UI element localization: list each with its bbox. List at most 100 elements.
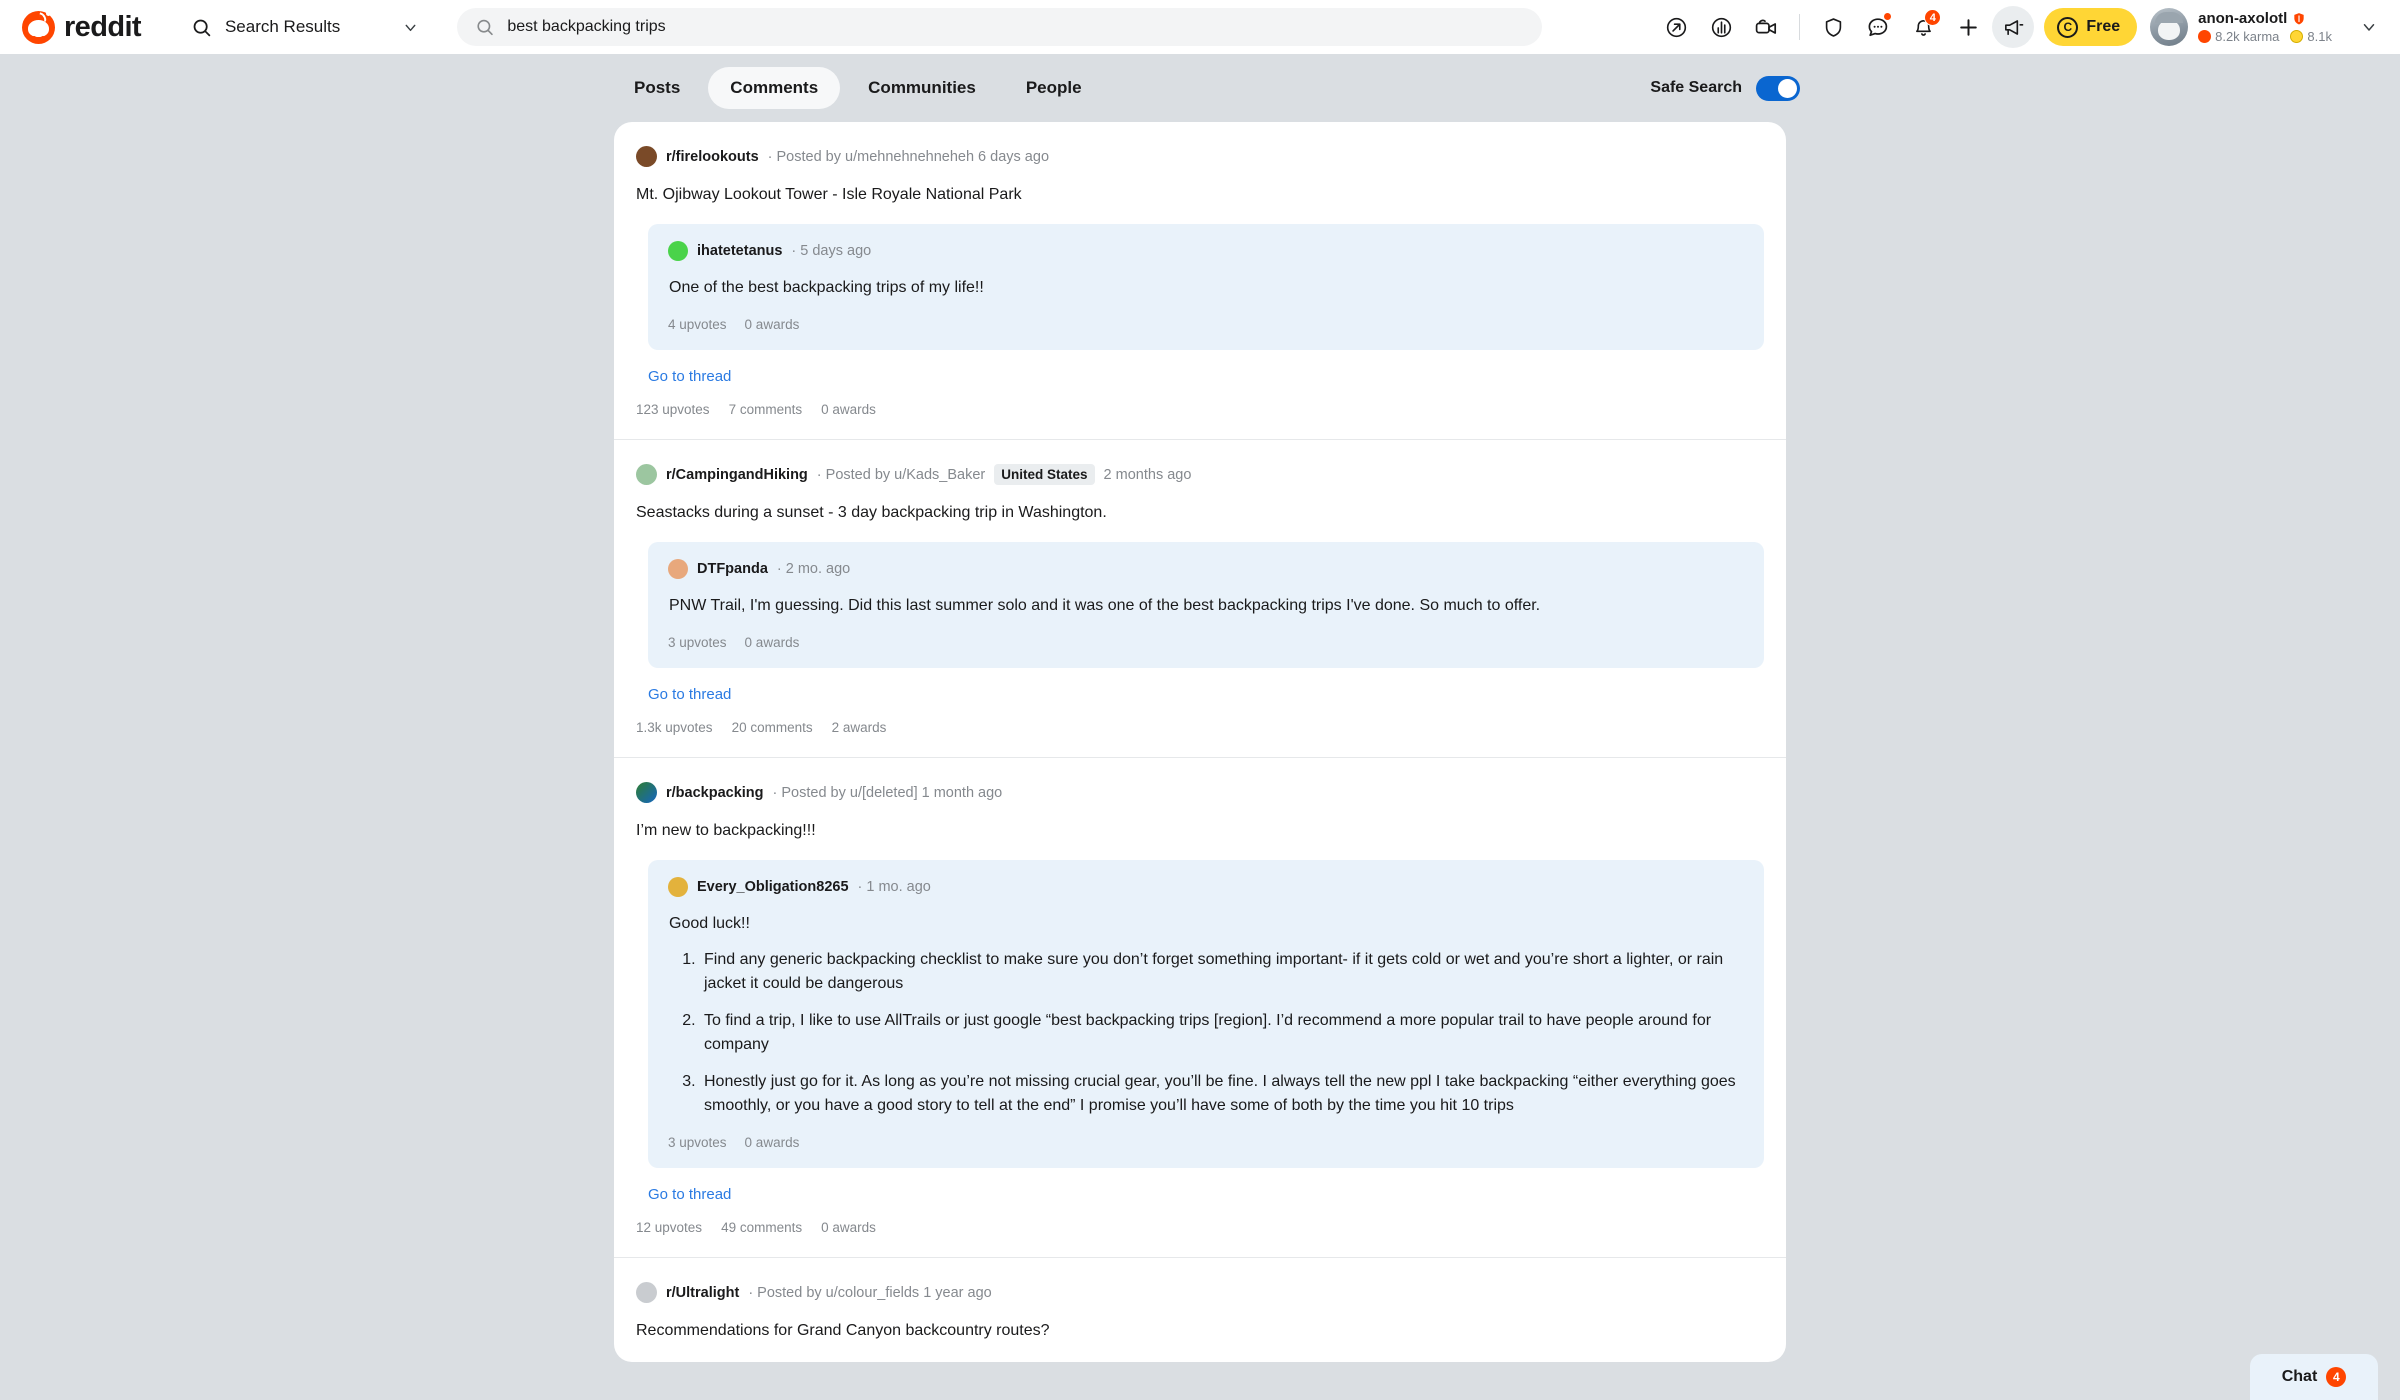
- subreddit-name[interactable]: r/CampingandHiking: [666, 467, 808, 483]
- shield-icon: [1825, 17, 1842, 37]
- post-title[interactable]: Mt. Ojibway Lookout Tower - Isle Royale …: [636, 186, 1764, 204]
- safe-search-toggle[interactable]: [1756, 75, 1800, 101]
- post-header: r/firelookouts · Posted by u/mehnehnehne…: [636, 146, 1764, 167]
- chat-widget[interactable]: Chat 4: [2250, 1354, 2378, 1400]
- avatar: [668, 241, 688, 261]
- post-awards: 2 awards: [831, 720, 887, 735]
- mod-shield-button[interactable]: [1812, 6, 1854, 48]
- post-flair: United States: [994, 464, 1095, 485]
- popular-trending-button[interactable]: [1655, 6, 1697, 48]
- post-header: r/Ultralight · Posted by u/colour_fields…: [636, 1282, 1764, 1303]
- post-awards: 0 awards: [821, 402, 876, 417]
- user-account-menu[interactable]: anon-axolotl 8.2k karma 8.1k: [2146, 8, 2378, 46]
- post-awards: 0 awards: [821, 1220, 876, 1235]
- comment-preview[interactable]: ihatetetanus · 5 days ago One of the bes…: [648, 224, 1764, 350]
- free-label: Free: [2086, 18, 2121, 35]
- coins-stat: 8.1k: [2290, 29, 2332, 44]
- result-card[interactable]: r/Ultralight · Posted by u/colour_fields…: [614, 1258, 1786, 1362]
- comment-upvotes: 3 upvotes: [668, 635, 727, 650]
- comment-upvotes: 4 upvotes: [668, 317, 727, 332]
- video-camera-icon: [1756, 19, 1777, 34]
- tab-comments[interactable]: Comments: [708, 67, 841, 109]
- comment-timestamp: · 1 mo. ago: [857, 879, 931, 895]
- comment-intro-text: Good luck!!: [669, 915, 750, 932]
- comment-stats: 4 upvotes 0 awards: [668, 317, 1744, 332]
- top-navigation-bar: reddit Search Results 4: [0, 0, 2400, 54]
- notifications-button[interactable]: 4: [1902, 6, 1944, 48]
- search-icon: [477, 19, 493, 36]
- comment-header: DTFpanda · 2 mo. ago: [668, 559, 1744, 579]
- comment-timestamp: · 5 days ago: [791, 243, 872, 259]
- post-title[interactable]: Recommendations for Grand Canyon backcou…: [636, 1322, 1764, 1340]
- go-to-thread-link[interactable]: Go to thread: [648, 1186, 1764, 1203]
- avatar: [668, 877, 688, 897]
- advertise-button[interactable]: [1992, 6, 2035, 48]
- comment-stats: 3 upvotes 0 awards: [668, 635, 1744, 650]
- answers-button[interactable]: [1700, 6, 1742, 48]
- create-post-button[interactable]: [1947, 6, 1989, 48]
- reddit-home-logo[interactable]: reddit: [22, 10, 142, 44]
- megaphone-icon: [2004, 19, 2024, 35]
- avatar: [2150, 8, 2189, 46]
- tab-people[interactable]: People: [1004, 67, 1104, 109]
- result-card[interactable]: r/CampingandHiking · Posted by u/Kads_Ba…: [614, 440, 1786, 758]
- username: anon-axolotl: [2198, 10, 2332, 27]
- post-stats: 1.3k upvotes 20 comments 2 awards: [636, 720, 1764, 735]
- username-text: anon-axolotl: [2198, 10, 2288, 27]
- post-title[interactable]: I’m new to backpacking!!!: [636, 822, 1764, 840]
- post-author-meta: · Posted by u/mehnehnehneheh 6 days ago: [767, 148, 1050, 165]
- nav-divider: [1799, 14, 1801, 40]
- result-card[interactable]: r/firelookouts · Posted by u/mehnehnehne…: [614, 122, 1786, 440]
- search-input[interactable]: [507, 18, 1524, 36]
- safe-search-control[interactable]: Safe Search: [1650, 75, 1800, 101]
- subreddit-name[interactable]: r/firelookouts: [666, 149, 759, 165]
- search-icon: [193, 19, 211, 36]
- subreddit-avatar: [636, 146, 657, 167]
- reddit-wordmark: reddit: [64, 10, 142, 43]
- comment-awards: 0 awards: [744, 317, 800, 332]
- go-to-thread-link[interactable]: Go to thread: [648, 686, 1764, 703]
- post-comments: 7 comments: [728, 402, 803, 417]
- tab-communities[interactable]: Communities: [846, 67, 998, 109]
- subreddit-name[interactable]: r/backpacking: [666, 785, 764, 801]
- search-results-list: r/firelookouts · Posted by u/mehnehnehne…: [614, 122, 1786, 1362]
- comment-author[interactable]: ihatetetanus: [697, 243, 782, 259]
- chat-button[interactable]: [1857, 6, 1899, 48]
- post-author-meta: · Posted by u/colour_fields 1 year ago: [748, 1284, 992, 1301]
- post-title[interactable]: Seastacks during a sunset - 3 day backpa…: [636, 504, 1764, 522]
- reddit-logo-icon: [22, 10, 55, 44]
- subreddit-avatar: [636, 464, 657, 485]
- chevron-down-icon: [405, 24, 416, 31]
- comment-author[interactable]: DTFpanda: [697, 561, 768, 577]
- nav-actions: 4 C Free anon-axolotl 8.2k karma 8.1k: [1655, 6, 2378, 48]
- comment-header: ihatetetanus · 5 days ago: [668, 241, 1744, 261]
- reddit-coins-free-button[interactable]: C Free: [2044, 8, 2138, 46]
- tab-posts[interactable]: Posts: [612, 67, 702, 109]
- subreddit-avatar: [636, 782, 657, 803]
- comment-body: One of the best backpacking trips of my …: [669, 279, 984, 296]
- go-to-thread-link[interactable]: Go to thread: [648, 368, 1764, 385]
- comment-author[interactable]: Every_Obligation8265: [697, 879, 849, 895]
- chevron-down-icon: [2363, 24, 2375, 31]
- comment-stats: 3 upvotes 0 awards: [668, 1135, 1744, 1150]
- post-upvotes: 123 upvotes: [636, 402, 710, 417]
- chat-unread-badge: 4: [2326, 1367, 2347, 1387]
- search-bar[interactable]: [456, 8, 1542, 46]
- comment-body: Good luck!! Find any generic backpacking…: [668, 912, 1744, 1118]
- user-meta: anon-axolotl 8.2k karma 8.1k: [2198, 10, 2332, 44]
- post-header: r/backpacking · Posted by u/[deleted] 1 …: [636, 782, 1764, 803]
- user-stats: 8.2k karma 8.1k: [2198, 29, 2332, 44]
- search-scope-selector[interactable]: Search Results: [179, 8, 429, 46]
- comment-preview[interactable]: DTFpanda · 2 mo. ago PNW Trail, I'm gues…: [648, 542, 1764, 668]
- comment-awards: 0 awards: [744, 1135, 800, 1150]
- result-card[interactable]: r/backpacking · Posted by u/[deleted] 1 …: [614, 758, 1786, 1258]
- reddit-recap-button[interactable]: [1745, 6, 1787, 48]
- post-timestamp: 2 months ago: [1103, 466, 1192, 483]
- avatar: [668, 559, 688, 579]
- comment-body: PNW Trail, I'm guessing. Did this last s…: [669, 597, 1541, 614]
- coin-icon: C: [2057, 16, 2079, 38]
- notifications-count-badge: 4: [1924, 9, 1942, 26]
- comment-preview[interactable]: Every_Obligation8265 · 1 mo. ago Good lu…: [648, 860, 1764, 1168]
- subreddit-name[interactable]: r/Ultralight: [666, 1285, 739, 1301]
- subreddit-avatar: [636, 1282, 657, 1303]
